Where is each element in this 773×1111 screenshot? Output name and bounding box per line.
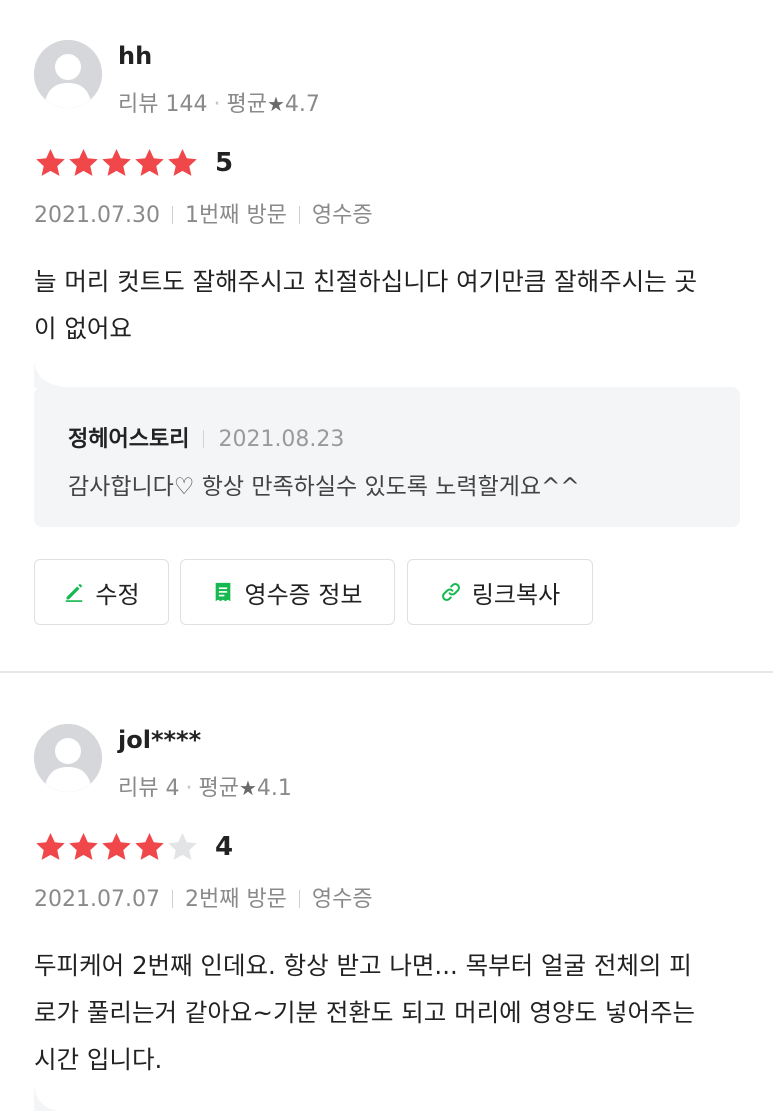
review-count: 리뷰 4 xyxy=(118,776,180,801)
separator xyxy=(171,206,173,224)
review-text-line: 시간 입니다. xyxy=(34,1045,163,1074)
link-icon xyxy=(441,583,460,601)
review-text-line: 늘 머리 컷트도 잘해주시고 친절하십니다 여기만큼 잘해주시는 곳 xyxy=(34,267,698,296)
visit-count: 1번째 방문 xyxy=(184,203,287,228)
review-card: hh 리뷰 144 · 평균★4.7 5 2021.07.30 1번째 방문 영수증 늘… xyxy=(0,0,773,672)
separator xyxy=(203,430,205,448)
reply-notch xyxy=(34,362,74,388)
star-empty-icon xyxy=(166,831,199,863)
average-value: 4.1 xyxy=(256,776,292,801)
meta-dot: · xyxy=(213,92,221,117)
owner-reply: 정헤어스토리 2021.08.23 감사합니다♡ 항상 만족하실수 있도록 노력할… xyxy=(34,387,740,527)
small-star-icon: ★ xyxy=(238,776,257,800)
reply-header: 정헤어스토리 2021.08.23 xyxy=(68,421,344,453)
average-value: 4.7 xyxy=(284,92,320,117)
receipt-label: 영수증 xyxy=(311,203,373,228)
average-label: 평균 xyxy=(226,92,267,117)
review-card: jol**** 리뷰 4 · 평균★4.1 4 2021.07.07 2번째 방문 영수… xyxy=(0,673,773,1111)
visit-date: 2021.07.30 xyxy=(34,203,160,228)
star-filled-icon xyxy=(67,147,100,179)
review-text-line: 로가 풀리는거 같아요~기분 전환도 되고 머리에 영양도 넣어주는 xyxy=(34,998,696,1027)
reviewer-nickname[interactable]: hh xyxy=(118,42,152,70)
reply-date: 2021.08.23 xyxy=(218,427,345,452)
separator xyxy=(171,890,173,908)
star-filled-icon xyxy=(133,147,166,179)
star-filled-icon xyxy=(100,831,133,863)
reviewer-stats: 리뷰 144 · 평균★4.7 xyxy=(118,86,320,118)
review-text: 늘 머리 컷트도 잘해주시고 친절하십니다 여기만큼 잘해주시는 곳 이 없어요 xyxy=(34,258,744,352)
review-text-line: 두피케어 2번째 인데요. 항상 받고 나면... 목부터 얼굴 전체의 피 xyxy=(34,951,692,980)
receipt-info-button-label: 영수증 정보 xyxy=(244,580,363,609)
average-label: 평균 xyxy=(198,776,239,801)
visit-date: 2021.07.07 xyxy=(34,887,160,912)
review-text: 두피케어 2번째 인데요. 항상 받고 나면... 목부터 얼굴 전체의 피 로… xyxy=(34,942,744,1083)
star-filled-icon xyxy=(100,147,133,179)
visit-info: 2021.07.30 1번째 방문 영수증 xyxy=(34,197,373,229)
star-filled-icon xyxy=(34,831,67,863)
edit-button[interactable]: 수정 xyxy=(34,559,169,625)
star-filled-icon xyxy=(166,147,199,179)
rating-score: 5 xyxy=(215,148,234,178)
receipt-info-button[interactable]: 영수증 정보 xyxy=(180,559,395,625)
visit-count: 2번째 방문 xyxy=(184,887,287,912)
reviewer-stats: 리뷰 4 · 평균★4.1 xyxy=(118,770,292,802)
rating-score: 4 xyxy=(215,832,234,862)
rating-stars: 5 xyxy=(34,147,233,179)
visit-info: 2021.07.07 2번째 방문 영수증 xyxy=(34,881,373,913)
pencil-icon xyxy=(66,583,83,602)
star-filled-icon xyxy=(67,831,100,863)
reply-owner-name: 정헤어스토리 xyxy=(68,427,190,452)
edit-button-label: 수정 xyxy=(95,580,140,609)
reviewer-nickname[interactable]: jol**** xyxy=(118,726,201,754)
default-avatar-icon xyxy=(34,40,102,108)
reply-notch xyxy=(34,1084,58,1111)
reply-text: 감사합니다♡ 항상 만족하실수 있도록 노력할게요^^ xyxy=(68,474,580,500)
review-count: 리뷰 144 xyxy=(118,92,208,117)
default-avatar-icon xyxy=(34,724,102,792)
receipt-label: 영수증 xyxy=(311,887,373,912)
receipt-icon xyxy=(216,582,231,602)
copy-link-button[interactable]: 링크복사 xyxy=(407,559,593,625)
copy-link-button-label: 링크복사 xyxy=(471,580,561,609)
small-star-icon: ★ xyxy=(266,92,285,116)
star-filled-icon xyxy=(133,831,166,863)
star-filled-icon xyxy=(34,147,67,179)
avatar[interactable] xyxy=(34,724,102,792)
separator xyxy=(298,890,300,908)
meta-dot: · xyxy=(185,776,193,801)
review-text-line: 이 없어요 xyxy=(34,314,132,343)
avatar[interactable] xyxy=(34,40,102,108)
rating-stars: 4 xyxy=(34,831,233,863)
separator xyxy=(298,206,300,224)
